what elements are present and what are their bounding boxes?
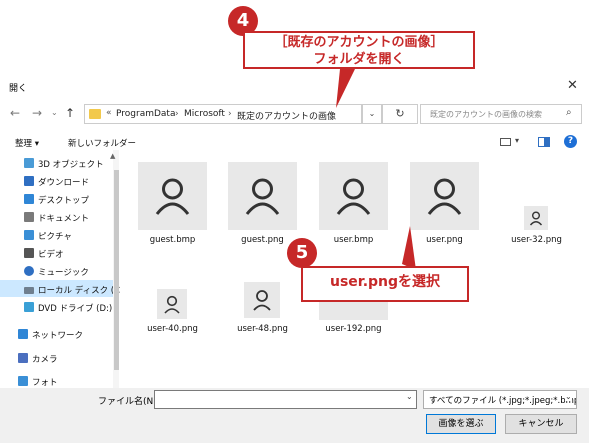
step-4-pointer xyxy=(336,69,355,108)
step-5-callout: user.pngを選択 xyxy=(301,266,469,302)
step-5-badge: 5 xyxy=(287,238,317,268)
callout-arrows xyxy=(336,69,416,270)
step-5-pointer xyxy=(402,226,416,270)
